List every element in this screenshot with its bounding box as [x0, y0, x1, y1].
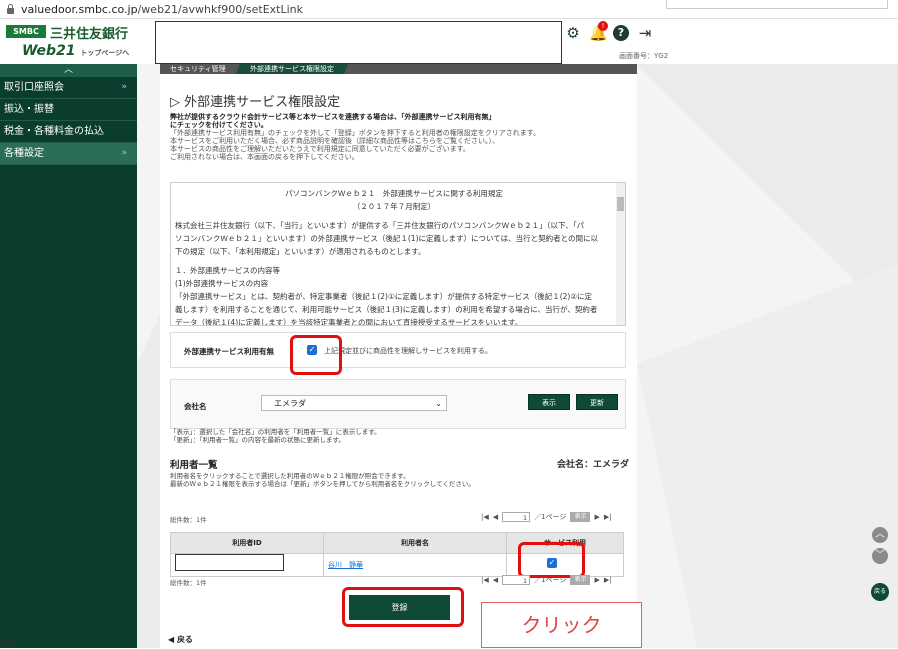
page-show-button[interactable]: 表示 [570, 575, 591, 585]
breadcrumb-current: 外部連携サービス権限設定 [236, 64, 348, 74]
chevron-down-icon: ⌄ [435, 399, 442, 408]
user-name-cell: 谷川 静華 [323, 553, 507, 577]
terms-scrollbar[interactable] [616, 183, 625, 325]
header-icons: ⚙ 🔔! ? ⇥ [565, 21, 653, 41]
pager-top: |◀ ◀ 1 ／1ページ 表示 ▶ ▶| [481, 512, 612, 522]
company-select[interactable]: エメラダ ⌄ [261, 395, 447, 411]
agree-section: 外部連携サービス利用有無 ✓ 上記規定並びに商品性を理解しサービスを利用する。 [170, 332, 626, 368]
prev-page-icon[interactable]: ◀ [493, 576, 498, 584]
sidebar-item-settings[interactable]: 各種設定» [0, 143, 137, 165]
page-total: ／1ページ [534, 513, 567, 521]
next-page-icon[interactable]: ▶ [594, 576, 599, 584]
breadcrumb: セキュリティ管理 外部連携サービス権限設定 [160, 64, 637, 74]
col-user-name: 利用者名 [323, 532, 507, 554]
update-button[interactable]: 更新 [576, 394, 618, 410]
logout-icon[interactable]: ⇥ [637, 25, 653, 41]
bell-icon[interactable]: 🔔! [589, 21, 608, 41]
redacted-header-box [155, 21, 562, 64]
logo-area: SMBC 三井住友銀行 Web21 トップページへ [0, 19, 137, 64]
total-count-bottom: 総件数：1件 [170, 579, 207, 587]
first-page-icon[interactable]: |◀ [481, 513, 489, 521]
back-link[interactable]: ◀ 戻る [168, 634, 193, 645]
breadcrumb-security[interactable]: セキュリティ管理 [170, 64, 226, 74]
col-user-id: 利用者ID [170, 532, 324, 554]
page-input[interactable]: 1 [502, 512, 531, 522]
chevron-right-icon: » [121, 82, 127, 92]
smbc-logo: SMBC [6, 25, 46, 38]
header: ⚙ 🔔! ? ⇥ 画面番号：YG2 [137, 19, 898, 64]
highlight-register-button [342, 587, 464, 627]
show-button[interactable]: 表示 [528, 394, 570, 410]
highlight-service-checkbox [518, 542, 585, 578]
back-float-button[interactable]: 戻る [871, 583, 889, 601]
company-section: 会社名 エメラダ ⌄ 表示 更新 [170, 379, 626, 429]
web21-home-link[interactable]: Web21 トップページへ [22, 43, 129, 59]
agree-label: 外部連携サービス利用有無 [184, 347, 274, 356]
lock-icon [6, 4, 15, 14]
company-note: 「表示」：選択した「会社名」の利用者を「利用者一覧」に表示します。 「更新」：「… [170, 428, 381, 444]
sidebar-item-tax-payment[interactable]: 税金・各種料金の払込 [0, 121, 137, 143]
click-callout: クリック [481, 602, 642, 648]
next-page-icon[interactable]: ▶ [594, 513, 599, 521]
sidebar-item-account-inquiry[interactable]: 取引口座照会» [0, 77, 137, 99]
first-page-icon[interactable]: |◀ [481, 576, 489, 584]
redacted-user-id [175, 554, 284, 571]
page-title: ▷ 外部連携サービス権限設定 [170, 95, 341, 110]
scroll-up-icon[interactable]: ︿ [872, 527, 888, 543]
sidebar: SMBC 三井住友銀行 Web21 トップページへ ︿ 取引口座照会» 振込・振… [0, 19, 137, 648]
page-show-button[interactable]: 表示 [570, 512, 591, 522]
notice-text: 弊社が提供するクラウド会計サービス等と本サービスを連携する場合は、「外部連携サー… [170, 113, 541, 161]
users-description: 利用者名をクリックすることで選択した利用者のＷｅｂ２１権限が照会できます。 最新… [170, 472, 475, 488]
users-company: 会社名：エメラダ [557, 460, 630, 470]
browser-toolbar-box [666, 0, 888, 9]
address-bar[interactable]: valuedoor.smbc.co.jp/web21/avwhkf900/set… [0, 0, 898, 19]
last-page-icon[interactable]: ▶| [604, 576, 612, 584]
chevron-right-icon: » [121, 148, 127, 158]
page-total: ／1ページ [534, 576, 567, 584]
scroll-down-icon[interactable]: ﹀ [872, 548, 888, 564]
url-text[interactable]: valuedoor.smbc.co.jp/web21/avwhkf900/set… [21, 3, 303, 16]
bank-name: 三井住友銀行 [50, 27, 129, 42]
users-title: 利用者一覧 [170, 460, 218, 471]
user-name-link[interactable]: 谷川 静華 [328, 561, 363, 569]
prev-page-icon[interactable]: ◀ [493, 513, 498, 521]
screen-number: 画面番号：YG2 [619, 52, 669, 60]
total-count-top: 総件数：1件 [170, 516, 207, 524]
sidebar-collapse-button[interactable]: ︿ [0, 64, 137, 77]
pager-bottom: |◀ ◀ 1 ／1ページ 表示 ▶ ▶| [481, 575, 612, 585]
help-icon[interactable]: ? [613, 25, 629, 41]
highlight-agree-checkbox [290, 335, 342, 375]
last-page-icon[interactable]: ▶| [604, 513, 612, 521]
notification-badge: ! [598, 21, 608, 31]
page-input[interactable]: 1 [502, 575, 531, 585]
terms-textbox[interactable]: パソコンバンクＷｅｂ２１ 外部連携サービスに関する利用規定 （２０１７年７月制定… [170, 182, 626, 326]
company-label: 会社名 [184, 402, 207, 411]
agree-text: 上記規定並びに商品性を理解しサービスを利用する。 [324, 347, 492, 355]
main-content: セキュリティ管理 外部連携サービス権限設定 ▷ 外部連携サービス権限設定 弊社が… [137, 64, 898, 648]
gear-icon[interactable]: ⚙ [565, 25, 581, 41]
status-text: 利用 [0, 639, 16, 648]
sidebar-item-transfer[interactable]: 振込・振替 [0, 99, 137, 121]
